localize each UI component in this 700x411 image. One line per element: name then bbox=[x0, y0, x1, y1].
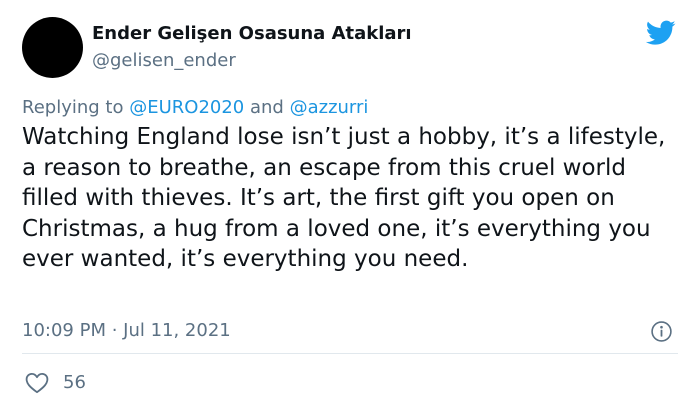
mention-link-euro2020[interactable]: @EURO2020 bbox=[129, 97, 244, 118]
divider bbox=[22, 353, 678, 354]
twitter-bird-icon[interactable] bbox=[646, 20, 676, 46]
reply-prefix: Replying to bbox=[22, 97, 124, 118]
mention-link-azzurri[interactable]: @azzurri bbox=[290, 97, 369, 118]
author-display-name[interactable]: Ender Gelişen Osasuna Atakları bbox=[92, 23, 412, 44]
tweet-card: Ender Gelişen Osasuna Atakları @gelisen_… bbox=[0, 0, 700, 411]
like-count: 56 bbox=[63, 372, 86, 393]
reply-conjunction: and bbox=[249, 97, 284, 118]
reply-context: Replying to @EURO2020 and @azzurri bbox=[22, 97, 368, 118]
tweet-timestamp[interactable]: 10:09 PM · Jul 11, 2021 bbox=[22, 320, 231, 341]
author-handle[interactable]: @gelisen_ender bbox=[92, 50, 236, 71]
info-icon[interactable] bbox=[651, 321, 672, 342]
avatar[interactable] bbox=[22, 17, 83, 78]
heart-icon[interactable] bbox=[25, 372, 49, 394]
tweet-text: Watching England lose isn’t just a hobby… bbox=[22, 124, 666, 272]
